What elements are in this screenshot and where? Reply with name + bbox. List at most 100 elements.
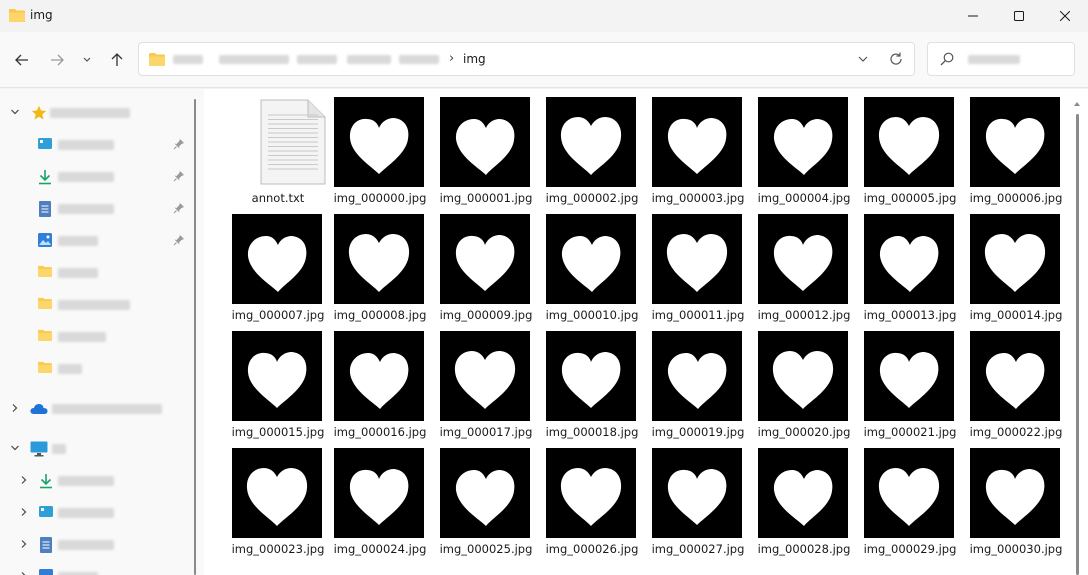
sidebar-item-folder[interactable]: [0, 257, 190, 289]
pin-icon[interactable]: [173, 202, 185, 214]
recent-locations-button[interactable]: [74, 46, 100, 74]
picture-icon: [38, 233, 52, 247]
heart-shape: [773, 470, 833, 526]
file-item[interactable]: img_000020.jpg: [754, 323, 854, 439]
file-item[interactable]: img_000024.jpg: [330, 440, 430, 556]
file-name: img_000030.jpg: [969, 542, 1063, 556]
file-item[interactable]: img_000011.jpg: [648, 206, 748, 322]
file-item[interactable]: img_000017.jpg: [436, 323, 536, 439]
sidebar-item-documents[interactable]: [0, 193, 190, 225]
title-bar: img: [0, 0, 1088, 32]
sidebar-item-downloads[interactable]: [0, 465, 190, 497]
file-name: img_000017.jpg: [439, 425, 533, 439]
download-icon: [40, 474, 52, 489]
search-box[interactable]: [927, 42, 1075, 76]
back-button[interactable]: [8, 46, 36, 74]
heart-shape: [772, 351, 834, 409]
file-item[interactable]: img_000019.jpg: [648, 323, 748, 439]
redacted-label: [52, 404, 162, 414]
sidebar-item-folder[interactable]: [0, 289, 190, 321]
pin-icon[interactable]: [173, 234, 185, 246]
file-item[interactable]: img_000004.jpg: [754, 89, 854, 205]
file-item[interactable]: img_000005.jpg: [860, 89, 960, 205]
pin-icon[interactable]: [173, 170, 185, 182]
file-item[interactable]: img_000000.jpg: [330, 89, 430, 205]
file-item[interactable]: img_000029.jpg: [860, 440, 960, 556]
file-item[interactable]: img_000030.jpg: [966, 440, 1066, 556]
up-button[interactable]: [103, 46, 131, 74]
desktop-icon: [38, 138, 52, 149]
file-item[interactable]: img_000008.jpg: [330, 206, 430, 322]
file-item[interactable]: img_000012.jpg: [754, 206, 854, 322]
navigation-pane: [0, 89, 204, 575]
redacted-breadcrumb[interactable]: [173, 55, 203, 64]
sidebar-item-onedrive[interactable]: [0, 393, 190, 425]
sidebar-item-desktop[interactable]: [0, 129, 190, 161]
content-scrollbar[interactable]: [1073, 100, 1081, 575]
sidebar-scrollbar[interactable]: [194, 99, 196, 575]
file-name: img_000003.jpg: [651, 191, 745, 205]
file-item[interactable]: img_000015.jpg: [228, 323, 328, 439]
file-name: img_000023.jpg: [231, 542, 325, 556]
sidebar-item-folder[interactable]: [0, 353, 190, 385]
file-item[interactable]: img_000013.jpg: [860, 206, 960, 322]
pin-icon[interactable]: [173, 138, 185, 150]
file-item[interactable]: img_000006.jpg: [966, 89, 1066, 205]
file-item[interactable]: annot.txt: [228, 89, 328, 205]
redacted-breadcrumb[interactable]: [347, 55, 391, 64]
sidebar-item-pictures[interactable]: [0, 225, 190, 257]
chevron-right-icon[interactable]: [10, 403, 20, 413]
chevron-right-icon[interactable]: [19, 507, 29, 517]
sidebar-item-desktop[interactable]: [0, 497, 190, 529]
scrollbar-thumb[interactable]: [1076, 114, 1079, 575]
chevron-right-icon[interactable]: [19, 475, 29, 485]
file-item[interactable]: img_000002.jpg: [542, 89, 642, 205]
file-item[interactable]: img_000025.jpg: [436, 440, 536, 556]
scroll-up-arrow-icon[interactable]: [1073, 100, 1081, 108]
file-item[interactable]: img_000014.jpg: [966, 206, 1066, 322]
maximize-button[interactable]: [996, 0, 1042, 32]
image-thumbnail: [546, 97, 636, 187]
file-item[interactable]: img_000001.jpg: [436, 89, 536, 205]
redacted-breadcrumb[interactable]: [297, 55, 337, 64]
file-item[interactable]: img_000026.jpg: [542, 440, 642, 556]
heart-shape: [878, 117, 940, 175]
file-name: img_000011.jpg: [651, 308, 745, 322]
file-item[interactable]: img_000022.jpg: [966, 323, 1066, 439]
refresh-icon[interactable]: [888, 51, 904, 67]
file-item[interactable]: img_000028.jpg: [754, 440, 854, 556]
address-bar[interactable]: › img: [138, 42, 915, 76]
sidebar-item-documents[interactable]: [0, 529, 190, 561]
file-item[interactable]: img_000027.jpg: [648, 440, 748, 556]
close-button[interactable]: [1042, 0, 1088, 32]
file-item[interactable]: img_000023.jpg: [228, 440, 328, 556]
sidebar-item-quick-access[interactable]: [0, 97, 190, 129]
file-item[interactable]: img_000010.jpg: [542, 206, 642, 322]
breadcrumb-current-folder[interactable]: img: [463, 52, 486, 66]
heart-shape: [879, 236, 939, 292]
chevron-down-icon[interactable]: [10, 443, 20, 453]
chevron-down-icon[interactable]: [10, 107, 20, 117]
minimize-button[interactable]: [950, 0, 996, 32]
sidebar-item-this-pc[interactable]: [0, 433, 190, 465]
sidebar-item-downloads[interactable]: [0, 161, 190, 193]
forward-button[interactable]: [43, 46, 71, 74]
file-item[interactable]: img_000021.jpg: [860, 323, 960, 439]
file-item[interactable]: img_000003.jpg: [648, 89, 748, 205]
heart-shape: [247, 236, 307, 292]
file-item[interactable]: img_000007.jpg: [228, 206, 328, 322]
heart-shape: [984, 234, 1046, 292]
redacted-breadcrumb[interactable]: [399, 55, 439, 64]
sidebar-item-pictures[interactable]: [0, 561, 190, 575]
breadcrumb-separator[interactable]: ›: [449, 51, 454, 66]
redacted-label: [58, 204, 114, 214]
redacted-breadcrumb[interactable]: [219, 55, 289, 64]
sidebar-item-folder[interactable]: [0, 321, 190, 353]
file-item[interactable]: img_000018.jpg: [542, 323, 642, 439]
document-icon: [40, 537, 52, 553]
chevron-right-icon[interactable]: [19, 571, 29, 575]
file-item[interactable]: img_000016.jpg: [330, 323, 430, 439]
chevron-down-icon[interactable]: [857, 52, 869, 66]
chevron-right-icon[interactable]: [19, 539, 29, 549]
file-item[interactable]: img_000009.jpg: [436, 206, 536, 322]
